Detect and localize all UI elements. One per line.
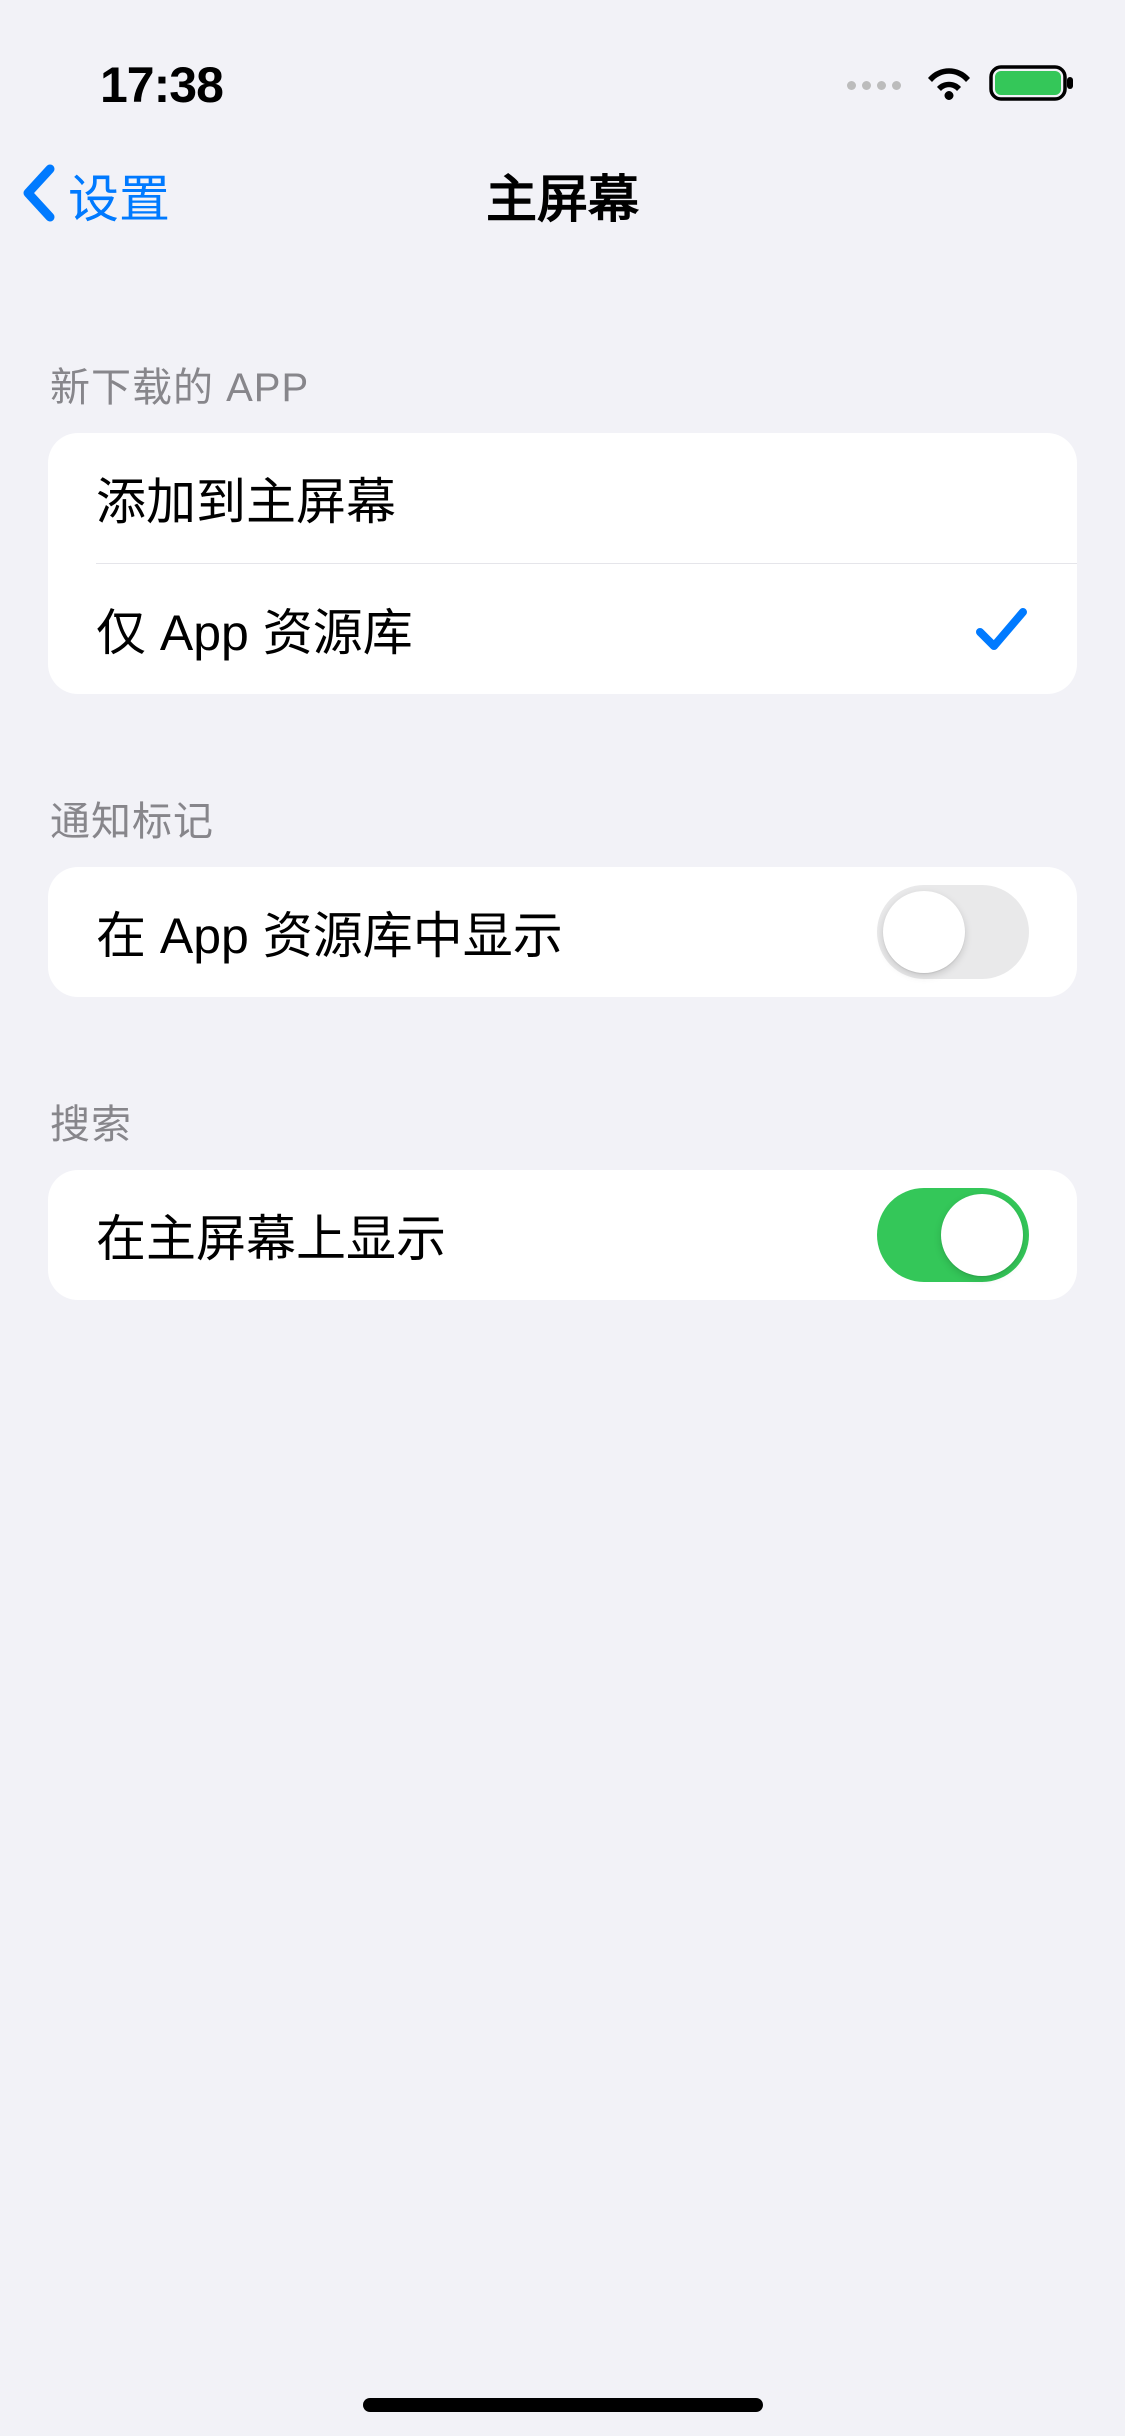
toggle-knob (883, 891, 965, 973)
row-show-on-home: 在主屏幕上显示 (48, 1170, 1077, 1300)
group-search: 在主屏幕上显示 (48, 1170, 1077, 1300)
battery-icon (989, 63, 1075, 108)
group-badges: 在 App 资源库中显示 (48, 867, 1077, 997)
section-header-new-apps: 新下载的 APP (0, 355, 1125, 413)
toggle-show-on-home[interactable] (877, 1188, 1029, 1282)
home-indicator[interactable] (363, 2398, 763, 2412)
toggle-show-in-app-library[interactable] (877, 885, 1029, 979)
option-label: 添加到主屏幕 (96, 462, 396, 534)
option-add-to-home[interactable]: 添加到主屏幕 (48, 433, 1077, 563)
back-label: 设置 (68, 158, 170, 232)
status-time: 17:38 (100, 56, 223, 114)
group-new-apps: 添加到主屏幕 仅 App 资源库 (48, 433, 1077, 694)
navigation-bar: 设置 主屏幕 (0, 130, 1125, 260)
section-header-search: 搜索 (0, 1092, 1125, 1150)
page-title: 主屏幕 (486, 158, 639, 232)
checkmark-icon (974, 604, 1029, 654)
toggle-label: 在主屏幕上显示 (96, 1199, 446, 1271)
signal-dots-icon (847, 81, 901, 90)
option-app-library-only[interactable]: 仅 App 资源库 (48, 564, 1077, 694)
status-right (847, 63, 1075, 108)
back-button[interactable]: 设置 (20, 158, 170, 232)
chevron-left-icon (20, 163, 60, 228)
toggle-knob (941, 1194, 1023, 1276)
status-bar: 17:38 (0, 0, 1125, 130)
option-label: 仅 App 资源库 (96, 593, 413, 665)
row-show-in-app-library: 在 App 资源库中显示 (48, 867, 1077, 997)
wifi-icon (923, 64, 975, 107)
section-header-badges: 通知标记 (0, 789, 1125, 847)
toggle-label: 在 App 资源库中显示 (96, 896, 563, 968)
